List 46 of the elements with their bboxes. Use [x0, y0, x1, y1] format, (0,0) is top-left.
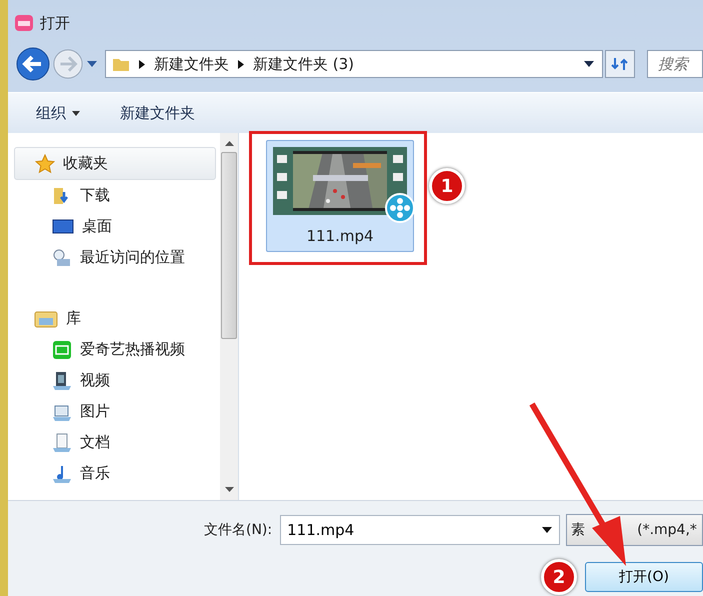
breadcrumb[interactable]: 新建文件夹 (3) [253, 54, 354, 74]
recent-places-icon [52, 248, 72, 268]
scrollbar[interactable] [220, 133, 238, 500]
desktop-icon [52, 218, 74, 236]
refresh-icon [611, 56, 629, 72]
sidebar-item[interactable]: 下载 [14, 180, 216, 211]
caret-icon [72, 110, 80, 116]
video-library-icon [52, 370, 72, 390]
library-icon [34, 308, 58, 328]
breadcrumb-arrow-icon [139, 60, 145, 68]
sidebar-item[interactable]: 音乐 [14, 458, 216, 489]
address-bar[interactable]: 新建文件夹 新建文件夹 (3) [105, 50, 603, 78]
window-title: 打开 [40, 14, 70, 32]
filename-field[interactable]: 111.mp4 [280, 515, 560, 545]
step-badge: 1 [429, 168, 465, 204]
film-reel-icon [385, 193, 415, 223]
app-icon [14, 13, 34, 33]
file-item[interactable]: 111.mp4 [266, 140, 414, 252]
open-button[interactable]: 打开(O) [585, 562, 703, 592]
sidebar-item[interactable]: 桌面 [14, 211, 216, 242]
document-library-icon [52, 432, 72, 452]
sidebar-item[interactable]: 图片 [14, 396, 216, 427]
sidebar-item[interactable]: 最近访问的位置 [14, 242, 216, 273]
scroll-up-icon[interactable] [224, 141, 234, 146]
app-icon [52, 340, 72, 360]
refresh-button[interactable] [605, 50, 635, 78]
sidebar-item[interactable]: 视频 [14, 365, 216, 396]
sidebar-item[interactable]: 收藏夹 [14, 147, 216, 180]
sidebar-item[interactable]: 文档 [14, 427, 216, 458]
dropdown-icon[interactable] [542, 527, 552, 533]
star-icon [35, 154, 55, 174]
breadcrumb-arrow-icon [238, 60, 244, 68]
filename-label: 文件名(N): [204, 521, 272, 539]
history-dropdown-icon[interactable] [87, 61, 97, 67]
toolbar-button[interactable]: 新建文件夹 [110, 100, 205, 126]
scroll-thumb[interactable] [221, 152, 237, 339]
search-field[interactable]: 搜索 [647, 50, 703, 78]
sidebar-item[interactable]: 库 [14, 303, 216, 334]
step-badge: 2 [541, 559, 577, 595]
breadcrumb[interactable]: 新建文件夹 [154, 54, 229, 74]
sidebar-item[interactable]: 爱奇艺热播视频 [14, 334, 216, 365]
dropdown-icon[interactable] [584, 61, 594, 67]
music-library-icon [52, 464, 72, 484]
toolbar-button[interactable]: 组织 [26, 100, 90, 126]
scroll-down-icon[interactable] [224, 487, 234, 492]
back-button[interactable] [16, 47, 50, 81]
